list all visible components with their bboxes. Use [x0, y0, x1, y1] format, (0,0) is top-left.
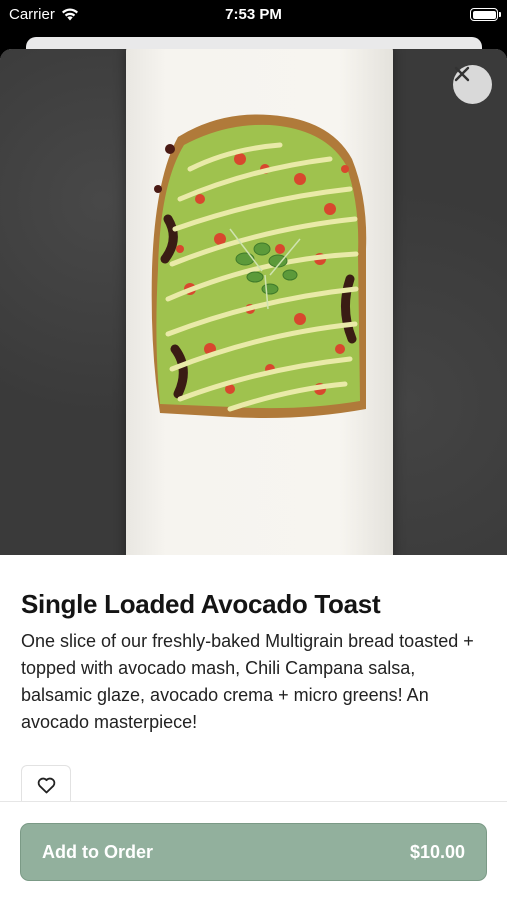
heart-icon [37, 777, 55, 794]
add-to-order-button[interactable]: Add to Order $10.00 [20, 823, 487, 881]
item-price: $10.00 [409, 841, 465, 862]
item-photo [0, 49, 507, 555]
item-description: One slice of our freshly-baked Multigrai… [21, 631, 474, 732]
status-bar: Carrier 7:53 PM [0, 0, 507, 32]
item-title: Single Loaded Avocado Toast [21, 589, 381, 619]
battery-icon [470, 8, 501, 21]
item-detail-sheet: Single Loaded Avocado Toast One slice of… [0, 49, 507, 900]
close-icon [454, 66, 470, 82]
bottom-action-bar: Add to Order $10.00 [0, 801, 507, 900]
item-info: Single Loaded Avocado Toast One slice of… [21, 587, 491, 736]
favorite-button[interactable] [21, 765, 71, 805]
close-button[interactable] [453, 65, 492, 104]
add-to-order-label: Add to Order [42, 841, 153, 862]
avocado-toast-image [151, 114, 367, 418]
status-time: 7:53 PM [225, 6, 282, 23]
